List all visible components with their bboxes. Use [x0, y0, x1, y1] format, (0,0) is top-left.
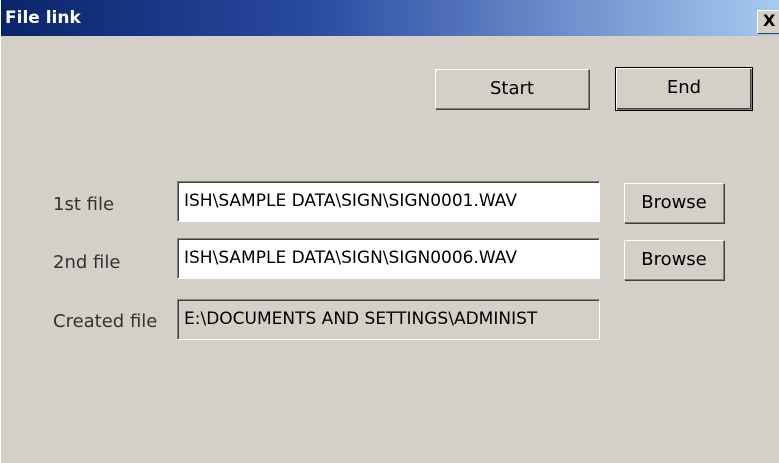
window-title: File link	[5, 8, 81, 28]
close-button[interactable]: X	[757, 10, 779, 34]
start-button[interactable]: Start	[435, 69, 589, 109]
first-file-label: 1st file	[53, 194, 115, 215]
first-file-input[interactable]: ISH\SAMPLE DATA\SIGN\SIGN0001.WAV	[177, 181, 600, 222]
second-file-input[interactable]: ISH\SAMPLE DATA\SIGN\SIGN0006.WAV	[177, 238, 600, 279]
title-bar[interactable]: File link X	[1, 0, 779, 36]
file-link-dialog: File link X Start End 1st file ISH\SAMPL…	[0, 0, 779, 463]
close-icon: X	[763, 11, 776, 30]
created-file-label: Created file	[53, 311, 158, 332]
second-file-label: 2nd file	[53, 252, 121, 273]
end-button[interactable]: End	[615, 67, 753, 111]
browse-second-file-button[interactable]: Browse	[624, 240, 724, 280]
browse-first-file-button[interactable]: Browse	[624, 183, 724, 223]
created-file-field[interactable]: E:\DOCUMENTS AND SETTINGS\ADMINIST	[177, 299, 600, 340]
